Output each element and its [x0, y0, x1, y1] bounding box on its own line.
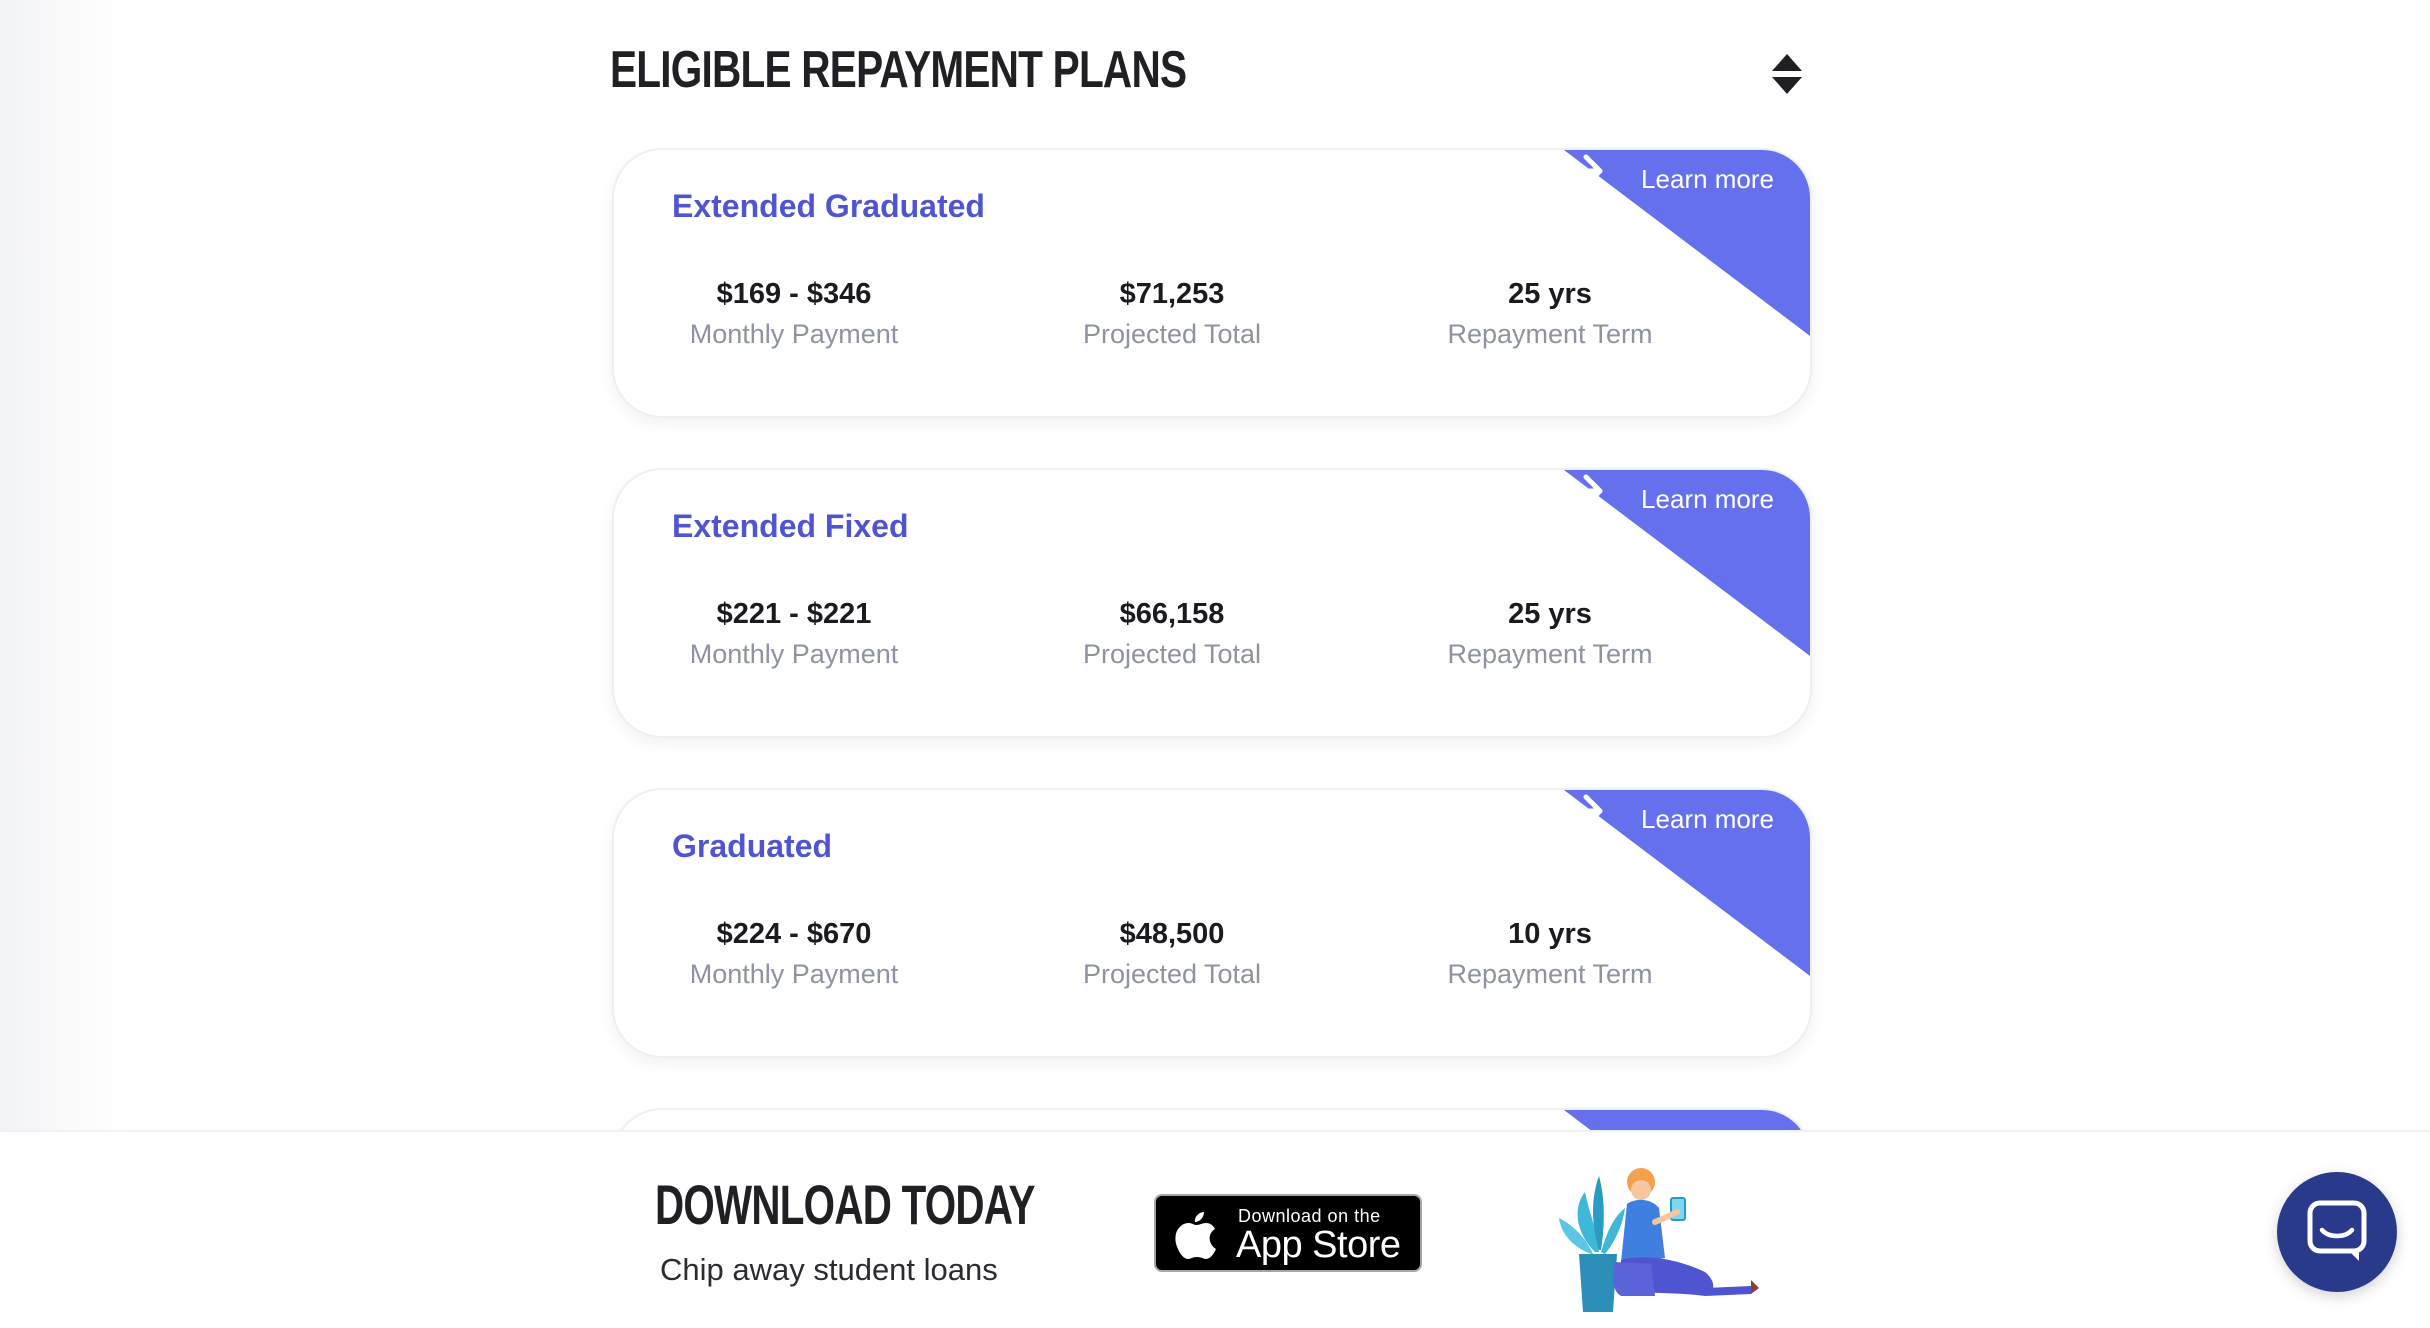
plan-title: Extended Fixed	[672, 508, 909, 544]
repayment-term: 10 yrs Repayment Term	[1380, 914, 1720, 994]
projected-total-label: Projected Total	[1082, 319, 1262, 349]
projected-total-label: Projected Total	[1082, 959, 1262, 989]
page: ELIGIBLE REPAYMENT PLANS Extended Gradua…	[0, 0, 2430, 1328]
projected-total-value: $66,158	[1119, 598, 1225, 630]
learn-more-link[interactable]: Learn more	[1641, 804, 1774, 835]
app-store-big-text: App Store	[1236, 1224, 1401, 1266]
plan-card-extended-graduated[interactable]: Extended Graduated Learn more $169 - $34…	[612, 148, 1812, 418]
plan-card-extended-fixed[interactable]: Extended Fixed Learn more $221 - $221 Mo…	[612, 468, 1812, 738]
apple-icon	[1175, 1212, 1216, 1259]
projected-total-value: $48,500	[1119, 918, 1225, 950]
arrow-right-icon	[1566, 794, 1603, 828]
monthly-payment: $221 - $221 Monthly Payment	[624, 594, 964, 674]
chat-launcher-button[interactable]	[2277, 1172, 2397, 1292]
arrow-right-icon	[1566, 474, 1603, 508]
monthly-payment-value: $221 - $221	[716, 598, 872, 630]
download-heading: DOWNLOAD TODAY	[655, 1173, 1035, 1236]
arrow-right-icon	[1566, 154, 1603, 188]
monthly-payment-label: Monthly Payment	[689, 959, 899, 989]
plan-title: Extended Graduated	[672, 188, 985, 224]
sort-up-down-icon[interactable]	[1770, 52, 1804, 96]
repayment-term-label: Repayment Term	[1447, 639, 1653, 669]
download-subheading: Chip away student loans	[660, 1252, 998, 1287]
repayment-term-label: Repayment Term	[1447, 319, 1653, 349]
app-store-button[interactable]: Download on the App Store	[1154, 1194, 1422, 1272]
monthly-payment-value: $224 - $670	[716, 918, 872, 950]
learn-more-link[interactable]: Learn more	[1641, 484, 1774, 515]
repayment-term: 25 yrs Repayment Term	[1380, 594, 1720, 674]
repayment-term: 25 yrs Repayment Term	[1380, 274, 1720, 354]
monthly-payment: $169 - $346 Monthly Payment	[624, 274, 964, 354]
projected-total-label: Projected Total	[1082, 639, 1262, 669]
projected-total-value: $71,253	[1119, 278, 1225, 310]
monthly-payment: $224 - $670 Monthly Payment	[624, 914, 964, 994]
download-banner: DOWNLOAD TODAY Chip away student loans D…	[0, 1130, 2430, 1328]
repayment-term-value: 25 yrs	[1508, 598, 1592, 630]
monthly-payment-value: $169 - $346	[716, 278, 872, 310]
monthly-payment-label: Monthly Payment	[689, 639, 899, 669]
left-shade	[0, 0, 130, 1328]
section-title: ELIGIBLE REPAYMENT PLANS	[610, 41, 1187, 99]
repayment-term-value: 10 yrs	[1508, 918, 1592, 950]
projected-total: $71,253 Projected Total	[1002, 274, 1342, 354]
plan-title: Graduated	[672, 828, 833, 864]
repayment-term-value: 25 yrs	[1508, 278, 1592, 310]
learn-more-link[interactable]: Learn more	[1641, 164, 1774, 195]
plan-card-graduated[interactable]: Graduated Learn more $224 - $670 Monthly…	[612, 788, 1812, 1058]
projected-total: $66,158 Projected Total	[1002, 594, 1342, 674]
monthly-payment-label: Monthly Payment	[689, 319, 899, 349]
repayment-term-label: Repayment Term	[1447, 959, 1653, 989]
chat-icon	[2307, 1200, 2367, 1261]
person-with-plant-illustration	[1559, 1168, 1759, 1312]
projected-total: $48,500 Projected Total	[1002, 914, 1342, 994]
